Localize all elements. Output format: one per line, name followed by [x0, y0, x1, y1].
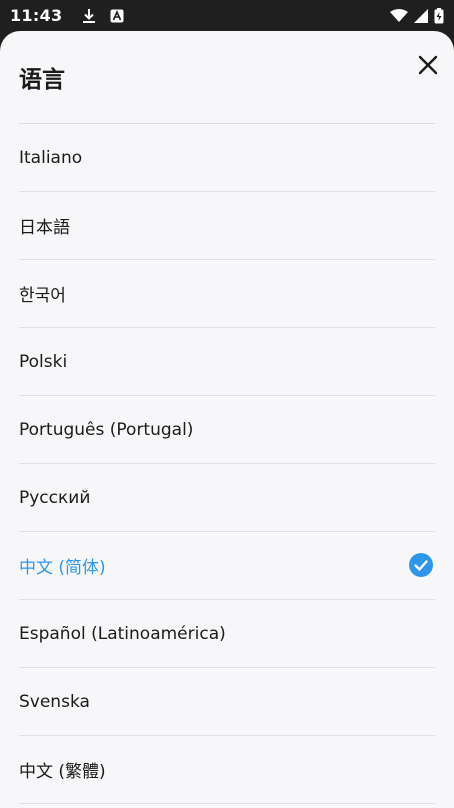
download-icon	[83, 8, 96, 23]
signal-icon	[414, 8, 428, 23]
language-label: Svenska	[19, 691, 90, 712]
status-bar: 11:43	[0, 0, 454, 31]
status-right-icons	[390, 7, 444, 24]
checkmark-icon	[409, 553, 433, 577]
status-left-icons	[82, 8, 124, 24]
language-option[interactable]: Polski	[19, 328, 435, 396]
status-time: 11:43	[10, 6, 63, 25]
language-list: Italiano 日本語 한국어 Polski Português (Portugal)…	[0, 124, 454, 804]
wifi-icon	[390, 8, 408, 22]
close-button[interactable]	[416, 53, 440, 77]
sheet-title: 语言	[19, 67, 65, 93]
language-label: Polski	[19, 351, 68, 372]
language-option[interactable]: Português (Portugal)	[19, 396, 435, 464]
language-option[interactable]: 한국어	[19, 260, 435, 328]
battery-charging-icon	[434, 7, 444, 23]
sheet-header: 语言	[0, 31, 454, 123]
language-option[interactable]: 中文 (繁體)	[19, 736, 435, 804]
language-label: Italiano	[19, 147, 83, 168]
language-option[interactable]: 中文 (简体)	[19, 532, 435, 600]
language-label: Português (Portugal)	[19, 419, 194, 440]
language-sheet: 语言 Italiano 日本語 한국어 Polski Português (Portug…	[0, 31, 454, 808]
language-option[interactable]: Русский	[19, 464, 435, 532]
language-label: 中文 (简体)	[19, 558, 106, 578]
language-option[interactable]: Español (Latinoamérica)	[19, 600, 435, 668]
language-label: 한국어	[19, 286, 66, 306]
font-a-icon	[110, 9, 124, 22]
language-option[interactable]: Svenska	[19, 668, 435, 736]
language-option[interactable]: 日本語	[19, 192, 435, 260]
close-icon	[418, 55, 438, 75]
language-option[interactable]: Italiano	[19, 124, 435, 192]
language-label: 中文 (繁體)	[19, 762, 106, 782]
language-label: Español (Latinoamérica)	[19, 623, 226, 644]
language-label: 日本語	[19, 218, 70, 238]
language-label: Русский	[19, 487, 91, 508]
